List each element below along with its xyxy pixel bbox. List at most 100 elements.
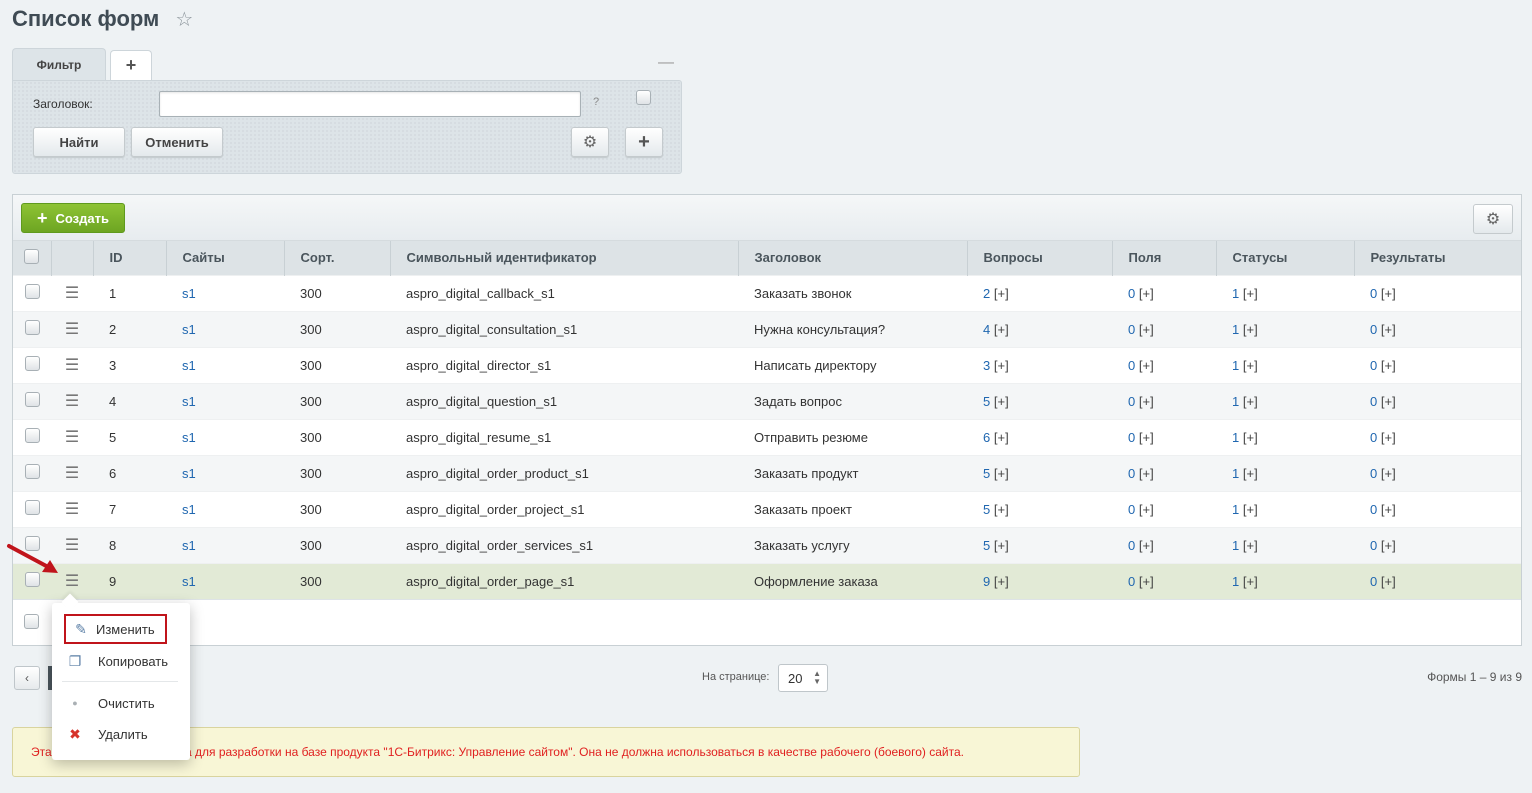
- row-site-link[interactable]: s1: [182, 502, 196, 517]
- row-site-link[interactable]: s1: [182, 538, 196, 553]
- row-statuses-link[interactable]: 1: [1232, 286, 1239, 301]
- row-results-link[interactable]: 0: [1370, 394, 1377, 409]
- add-filter-field-button[interactable]: +: [625, 127, 663, 157]
- row-fields-add-link[interactable]: [+]: [1139, 286, 1154, 301]
- footer-select-checkbox[interactable]: [24, 614, 39, 629]
- row-questions-link[interactable]: 5: [983, 538, 990, 553]
- hamburger-menu-icon[interactable]: ☰: [65, 357, 79, 374]
- row-statuses-link[interactable]: 1: [1232, 430, 1239, 445]
- header-sites[interactable]: Сайты: [165, 241, 284, 275]
- row-questions-link[interactable]: 6: [983, 430, 990, 445]
- row-questions-add-link[interactable]: [+]: [994, 394, 1009, 409]
- row-fields-add-link[interactable]: [+]: [1139, 322, 1154, 337]
- row-fields-link[interactable]: 0: [1128, 502, 1135, 517]
- title-field-input[interactable]: [159, 91, 581, 117]
- row-questions-add-link[interactable]: [+]: [994, 574, 1009, 589]
- header-id[interactable]: ID: [92, 241, 166, 275]
- row-statuses-add-link[interactable]: [+]: [1243, 430, 1258, 445]
- row-fields-add-link[interactable]: [+]: [1139, 466, 1154, 481]
- filter-settings-button[interactable]: ⚙: [571, 127, 609, 157]
- row-fields-link[interactable]: 0: [1128, 574, 1135, 589]
- cancel-button[interactable]: Отменить: [131, 127, 223, 157]
- row-results-add-link[interactable]: [+]: [1381, 502, 1396, 517]
- row-fields-link[interactable]: 0: [1128, 322, 1135, 337]
- row-site-link[interactable]: s1: [182, 394, 196, 409]
- menu-item-clear[interactable]: ● Очистить: [52, 689, 190, 717]
- find-button[interactable]: Найти: [33, 127, 125, 157]
- row-site-link[interactable]: s1: [182, 322, 196, 337]
- row-fields-link[interactable]: 0: [1128, 394, 1135, 409]
- table-row[interactable]: ☰ 1 s1 300 aspro_digital_callback_s1 Заказать…: [13, 274, 1521, 311]
- row-results-link[interactable]: 0: [1370, 358, 1377, 373]
- row-checkbox[interactable]: [24, 356, 40, 371]
- header-sort[interactable]: Сорт.: [283, 241, 390, 275]
- row-results-add-link[interactable]: [+]: [1381, 286, 1396, 301]
- row-statuses-link[interactable]: 1: [1232, 502, 1239, 517]
- row-fields-add-link[interactable]: [+]: [1139, 394, 1154, 409]
- row-statuses-add-link[interactable]: [+]: [1243, 394, 1258, 409]
- prev-page-button[interactable]: ‹: [14, 666, 40, 690]
- row-fields-link[interactable]: 0: [1128, 358, 1135, 373]
- row-results-add-link[interactable]: [+]: [1381, 538, 1396, 553]
- row-results-add-link[interactable]: [+]: [1381, 358, 1396, 373]
- row-results-link[interactable]: 0: [1370, 286, 1377, 301]
- row-site-link[interactable]: s1: [182, 574, 196, 589]
- row-results-link[interactable]: 0: [1370, 466, 1377, 481]
- row-statuses-add-link[interactable]: [+]: [1243, 358, 1258, 373]
- row-results-link[interactable]: 0: [1370, 574, 1377, 589]
- row-statuses-add-link[interactable]: [+]: [1243, 502, 1258, 517]
- menu-item-copy[interactable]: ❐ Копировать: [52, 647, 190, 675]
- row-questions-add-link[interactable]: [+]: [994, 322, 1009, 337]
- row-questions-link[interactable]: 4: [983, 322, 990, 337]
- row-results-add-link[interactable]: [+]: [1381, 466, 1396, 481]
- header-title[interactable]: Заголовок: [737, 241, 967, 275]
- hamburger-menu-icon[interactable]: ☰: [65, 465, 79, 482]
- hamburger-menu-icon[interactable]: ☰: [65, 537, 79, 554]
- row-results-add-link[interactable]: [+]: [1381, 322, 1396, 337]
- hamburger-menu-icon[interactable]: ☰: [65, 321, 79, 338]
- row-results-link[interactable]: 0: [1370, 430, 1377, 445]
- header-statuses[interactable]: Статусы: [1215, 241, 1354, 275]
- row-results-link[interactable]: 0: [1370, 322, 1377, 337]
- hamburger-menu-icon[interactable]: ☰: [65, 429, 79, 446]
- table-row[interactable]: ☰ 6 s1 300 aspro_digital_order_product_s1 Зак…: [13, 454, 1521, 491]
- row-site-link[interactable]: s1: [182, 286, 196, 301]
- header-symbolic-id[interactable]: Символьный идентификатор: [389, 241, 738, 275]
- row-statuses-link[interactable]: 1: [1232, 358, 1239, 373]
- table-row[interactable]: ☰ 3 s1 300 aspro_digital_director_s1 Написать…: [13, 346, 1521, 383]
- row-site-link[interactable]: s1: [182, 358, 196, 373]
- hamburger-menu-icon[interactable]: ☰: [65, 393, 79, 410]
- row-results-link[interactable]: 0: [1370, 502, 1377, 517]
- row-checkbox[interactable]: [24, 500, 40, 515]
- row-fields-add-link[interactable]: [+]: [1139, 430, 1154, 445]
- row-checkbox[interactable]: [24, 392, 40, 407]
- row-statuses-link[interactable]: 1: [1232, 574, 1239, 589]
- menu-item-delete[interactable]: ✖ Удалить: [52, 720, 190, 748]
- row-results-add-link[interactable]: [+]: [1381, 574, 1396, 589]
- row-questions-add-link[interactable]: [+]: [994, 358, 1009, 373]
- row-statuses-add-link[interactable]: [+]: [1243, 322, 1258, 337]
- add-filter-tab-button[interactable]: +: [110, 50, 152, 80]
- table-row[interactable]: ☰ 7 s1 300 aspro_digital_order_project_s1 Зак…: [13, 490, 1521, 527]
- table-row[interactable]: ☰ 4 s1 300 aspro_digital_question_s1 Задать в…: [13, 382, 1521, 419]
- row-results-add-link[interactable]: [+]: [1381, 430, 1396, 445]
- row-statuses-add-link[interactable]: [+]: [1243, 286, 1258, 301]
- row-site-link[interactable]: s1: [182, 430, 196, 445]
- row-checkbox[interactable]: [24, 284, 40, 299]
- row-questions-add-link[interactable]: [+]: [994, 538, 1009, 553]
- row-fields-add-link[interactable]: [+]: [1139, 502, 1154, 517]
- table-row[interactable]: ☰ 8 s1 300 aspro_digital_order_services_s1 За…: [13, 526, 1521, 563]
- row-checkbox[interactable]: [24, 464, 40, 479]
- menu-item-edit[interactable]: ✎ Изменить: [64, 614, 167, 644]
- row-site-link[interactable]: s1: [182, 466, 196, 481]
- row-fields-add-link[interactable]: [+]: [1139, 358, 1154, 373]
- grid-settings-button[interactable]: ⚙: [1473, 204, 1513, 234]
- header-results[interactable]: Результаты: [1353, 241, 1521, 275]
- table-row[interactable]: ☰ 9 s1 300 aspro_digital_order_page_s1 Оформл…: [13, 562, 1521, 599]
- table-row[interactable]: ☰ 2 s1 300 aspro_digital_consultation_s1 Нужн…: [13, 310, 1521, 347]
- per-page-select[interactable]: 20 ▲ ▼: [778, 664, 828, 692]
- select-all-checkbox[interactable]: [24, 248, 40, 264]
- hamburger-menu-icon[interactable]: ☰: [65, 285, 79, 302]
- hamburger-menu-icon[interactable]: ☰: [65, 501, 79, 518]
- row-questions-add-link[interactable]: [+]: [994, 502, 1009, 517]
